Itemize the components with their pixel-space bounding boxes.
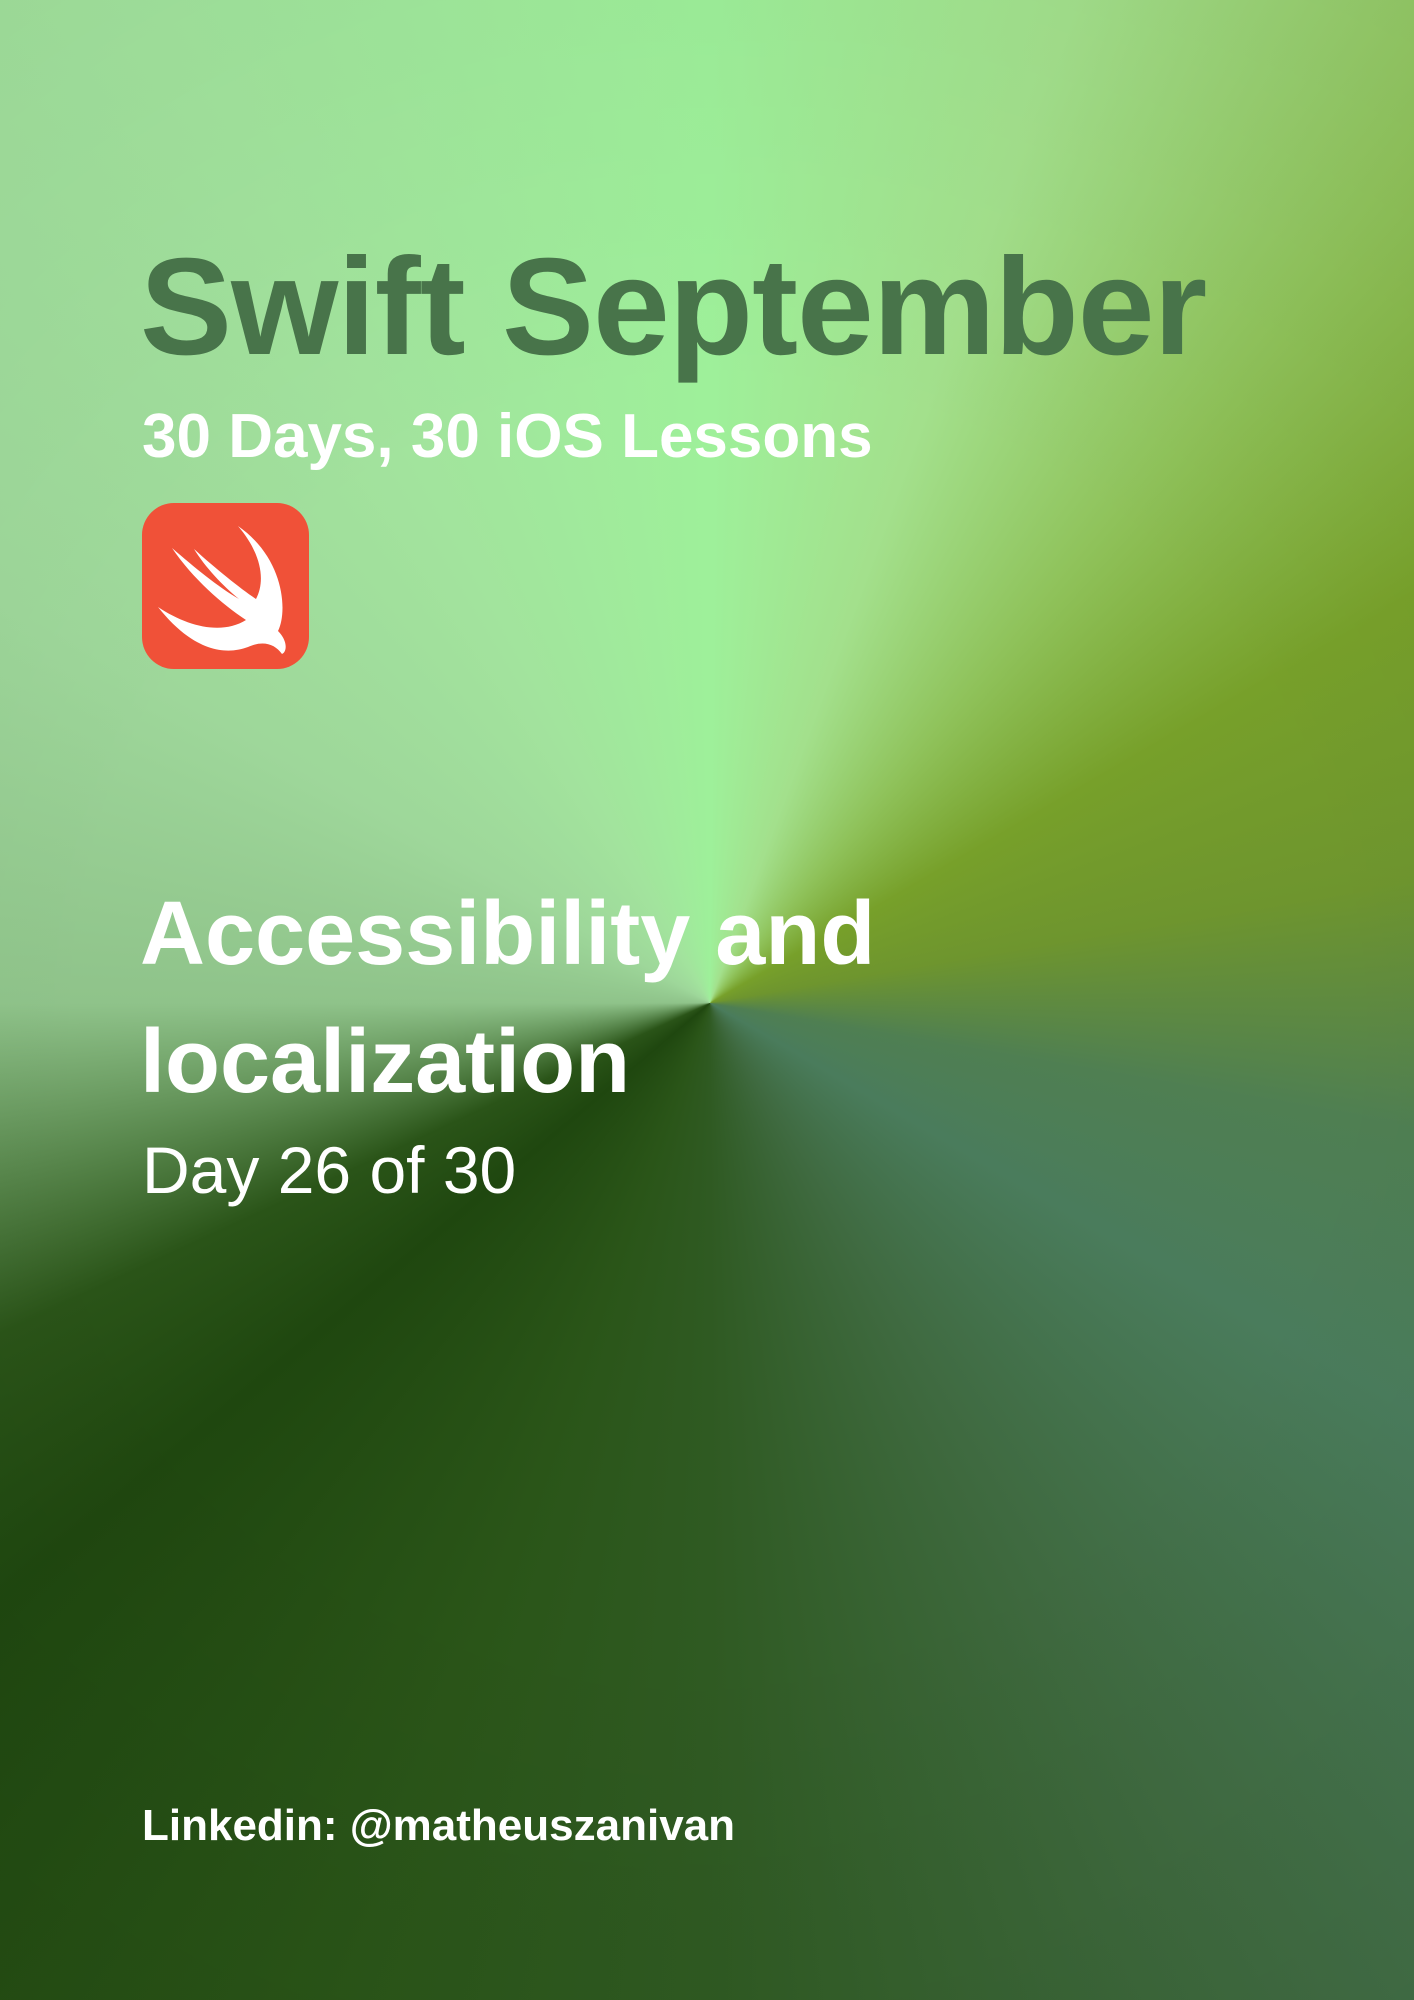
poster-subtitle: 30 Days, 30 iOS Lessons [142,402,873,471]
poster-title: Swift September [140,230,1207,384]
day-counter: Day 26 of 30 [142,1133,517,1207]
lesson-title: Accessibility and localization [140,884,876,1112]
linkedin-credit: Linkedin: @matheuszanivan [142,1801,736,1850]
swift-logo-icon [142,503,309,669]
poster-background: Swift September 30 Days, 30 iOS Lessons … [0,0,1414,2000]
